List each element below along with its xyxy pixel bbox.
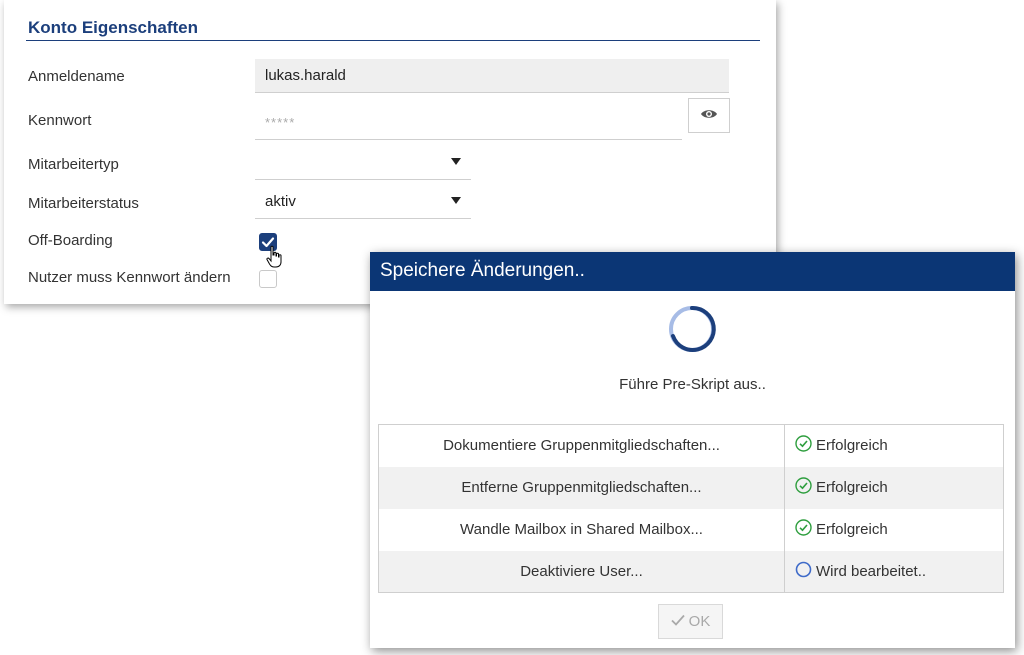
step-status: Erfolgreich bbox=[816, 479, 888, 496]
step-status: Erfolgreich bbox=[816, 521, 888, 538]
check-circle-icon bbox=[795, 519, 812, 540]
eye-icon bbox=[700, 107, 718, 125]
title-divider bbox=[26, 40, 760, 41]
hand-pointer-icon bbox=[266, 245, 282, 274]
must-change-password-label: Nutzer muss Kennwort ändern bbox=[28, 269, 231, 286]
step-name: Dokumentiere Gruppenmitgliedschaften... bbox=[378, 424, 785, 467]
employee-status-select[interactable]: aktiv bbox=[255, 185, 471, 219]
step-name: Entferne Gruppenmitgliedschaften... bbox=[378, 466, 785, 509]
employee-type-select[interactable] bbox=[255, 146, 471, 180]
table-row: Wandle Mailbox in Shared Mailbox... Erfo… bbox=[378, 508, 1004, 551]
dialog-title: Speichere Änderungen.. bbox=[370, 252, 1015, 291]
steps-table: Dokumentiere Gruppenmitgliedschaften... … bbox=[378, 424, 1004, 593]
in-progress-circle-icon bbox=[795, 561, 812, 582]
dialog-status-text: Führe Pre-Skript aus.. bbox=[619, 376, 766, 393]
ok-button-label: OK bbox=[688, 613, 711, 630]
password-field[interactable]: ***** bbox=[255, 106, 682, 140]
table-row: Dokumentiere Gruppenmitgliedschaften... … bbox=[378, 424, 1004, 467]
login-name-value: lukas.harald bbox=[265, 67, 346, 84]
loading-spinner-icon bbox=[667, 304, 717, 359]
offboarding-label: Off-Boarding bbox=[28, 232, 113, 249]
password-placeholder: ***** bbox=[265, 115, 296, 130]
step-status: Wird bearbeitet.. bbox=[816, 562, 927, 580]
show-password-button[interactable] bbox=[688, 98, 730, 133]
step-name: Wandle Mailbox in Shared Mailbox... bbox=[378, 508, 785, 551]
panel-title: Konto Eigenschaften bbox=[28, 18, 199, 37]
check-circle-icon bbox=[795, 435, 812, 456]
step-name: Deaktiviere User... bbox=[378, 550, 785, 593]
password-label: Kennwort bbox=[28, 112, 92, 129]
check-circle-icon bbox=[795, 477, 812, 498]
employee-type-label: Mitarbeitertyp bbox=[28, 156, 119, 173]
checkmark-icon bbox=[671, 613, 685, 630]
table-row: Entferne Gruppenmitgliedschaften... Erfo… bbox=[378, 466, 1004, 509]
ok-button[interactable]: OK bbox=[658, 604, 723, 639]
employee-status-label: Mitarbeiterstatus bbox=[28, 195, 139, 212]
login-name-field: lukas.harald bbox=[255, 59, 729, 93]
save-progress-dialog: Speichere Änderungen.. Führe Pre-Skript … bbox=[370, 252, 1015, 648]
employee-status-value: aktiv bbox=[265, 193, 296, 210]
step-status: Erfolgreich bbox=[816, 437, 888, 455]
table-row: Deaktiviere User... Wird bearbeitet.. bbox=[378, 550, 1004, 593]
chevron-down-icon bbox=[451, 158, 461, 165]
chevron-down-icon bbox=[451, 197, 461, 204]
login-name-label: Anmeldename bbox=[28, 68, 125, 85]
